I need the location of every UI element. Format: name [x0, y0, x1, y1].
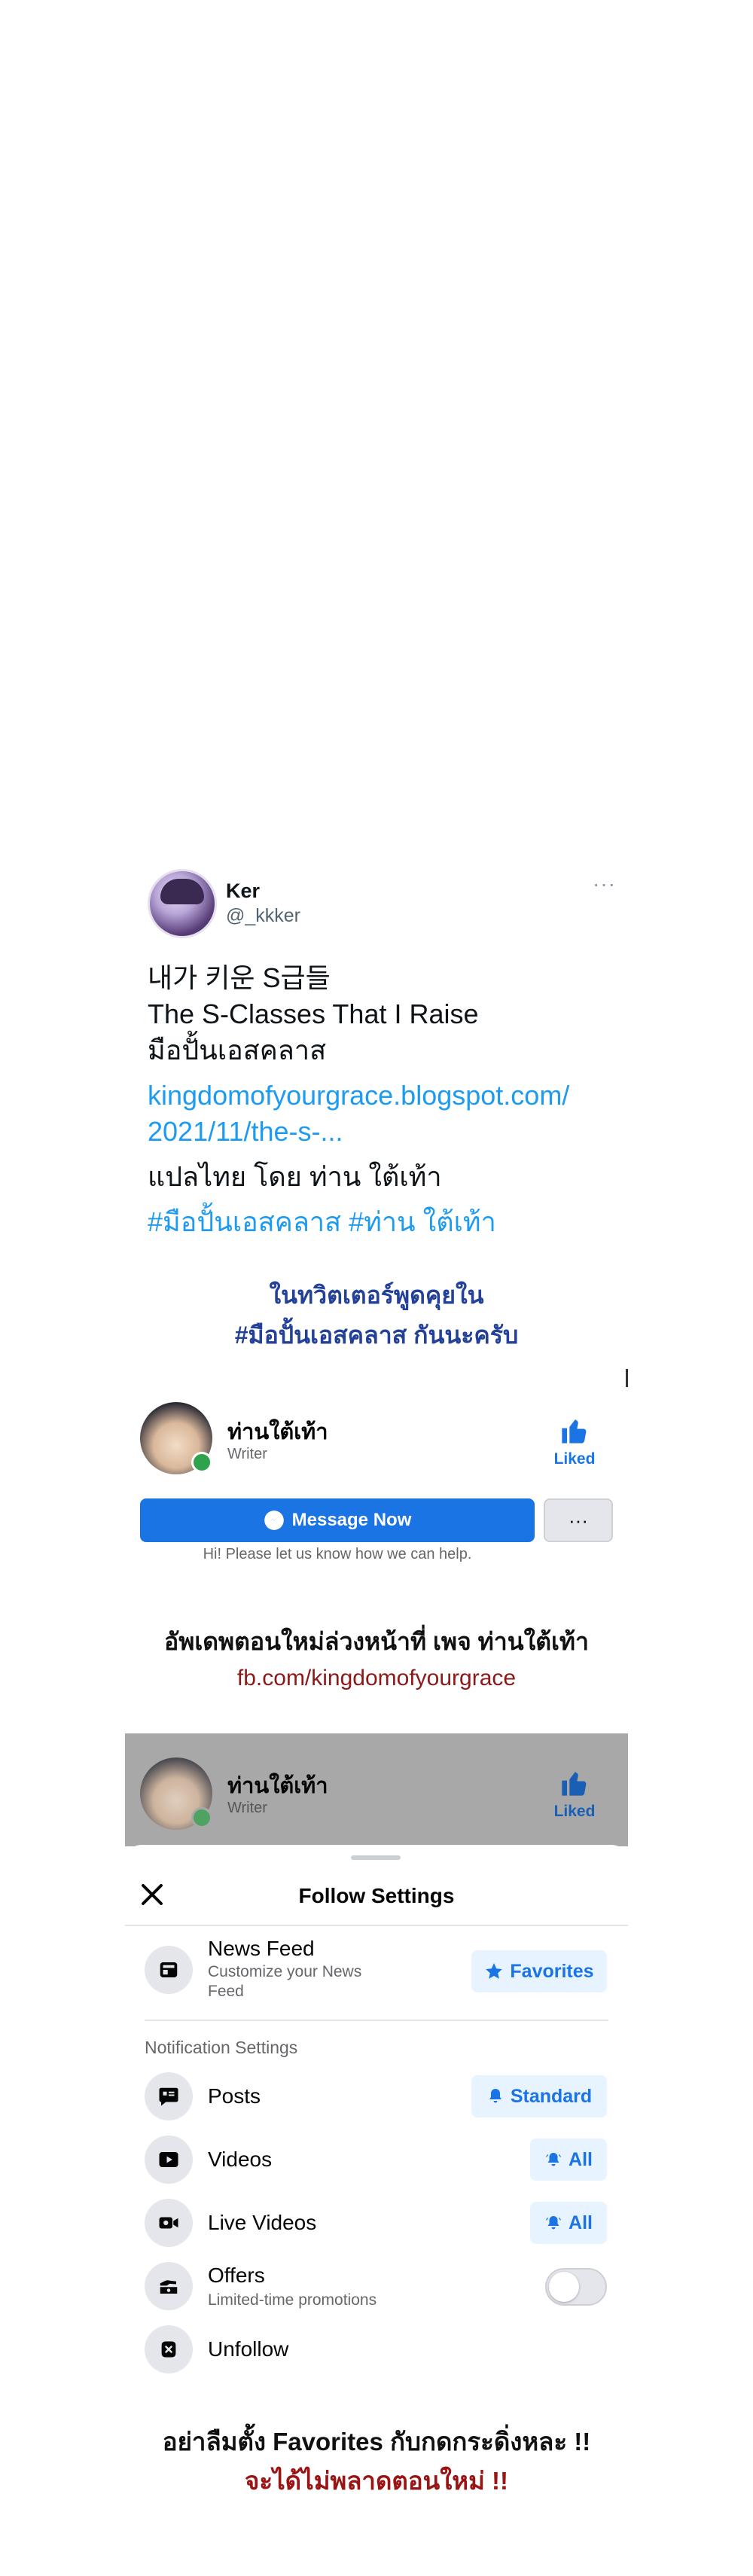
- promo-twitter-line1: ในทวิตเตอร์พูดคุยใน: [269, 1282, 484, 1309]
- page-avatar[interactable]: [140, 1402, 212, 1474]
- thumbs-up-icon: [562, 1772, 587, 1796]
- live-videos-all-button[interactable]: All: [530, 2202, 607, 2244]
- offers-icon: [145, 2262, 193, 2310]
- videos-title: Videos: [208, 2148, 273, 2171]
- favorites-label: Favorites: [510, 1960, 594, 1982]
- liked-label: Liked: [553, 1803, 596, 1820]
- tweet-author-name[interactable]: Ker: [226, 879, 260, 903]
- news-feed-subtitle: Feed: [208, 1983, 244, 2000]
- page-name: ท่านใต้เท้า: [227, 1774, 328, 1798]
- news-feed-subtitle: Customize your News: [208, 1963, 362, 1980]
- offers-subtitle: Limited-time promotions: [208, 2291, 377, 2309]
- promo-fb-line1: อัพเดพตอนใหม่ล่วงหน้าที่ เพจ ท่านใต้เท้า: [164, 1628, 589, 1655]
- all-label: All: [569, 2212, 593, 2233]
- posts-standard-button[interactable]: Standard: [471, 2075, 607, 2117]
- messenger-icon: [264, 1511, 284, 1530]
- follow-settings-sheet: Follow Settings News Feed Customize your…: [125, 1845, 628, 2373]
- tweet-card: Ker @_kkker ··· 내가 키운 S급들 The S-Classes …: [148, 858, 630, 1348]
- offers-toggle[interactable]: [545, 2268, 607, 2306]
- tweet-hashtags[interactable]: #มือปั้นเอสคลาส #ท่าน ใต้เท้า: [148, 1205, 496, 1239]
- video-icon: [145, 2135, 193, 2184]
- thumbs-up-icon: [562, 1419, 587, 1443]
- sheet-title: Follow Settings: [298, 1884, 455, 1907]
- bell-icon: [489, 2089, 501, 2103]
- unfollow-title[interactable]: Unfollow: [208, 2337, 288, 2361]
- unfollow-icon: [145, 2325, 193, 2373]
- favorites-button[interactable]: Favorites: [471, 1950, 607, 1992]
- promo-fb-line2[interactable]: fb.com/kingdomofyourgrace: [0, 1666, 753, 1691]
- offers-title: Offers: [208, 2264, 265, 2287]
- posts-title: Posts: [208, 2084, 261, 2108]
- closing-line1: อย่าลืมตั้ง Favorites กับกดกระดิ่งหละ !!: [162, 2428, 591, 2456]
- more-options-icon[interactable]: ···: [593, 872, 616, 896]
- dimmed-page-header: ท่านใต้เท้า Writer Liked: [125, 1733, 628, 1846]
- tweet-author-handle[interactable]: @_kkker: [226, 905, 300, 927]
- posts-icon: [145, 2072, 193, 2120]
- tweet-text-line: The S-Classes That I Raise: [148, 998, 479, 1029]
- all-label: All: [569, 2148, 593, 2170]
- more-options-button[interactable]: ···: [544, 1498, 613, 1542]
- message-now-label: Message Now: [291, 1510, 412, 1530]
- tweet-credit: แปลไทย โดย ท่าน ใต้เท้า: [148, 1161, 442, 1192]
- tweet-text-line: มือปั้นเอสคลาส: [148, 1035, 327, 1065]
- live-videos-title: Live Videos: [208, 2211, 317, 2234]
- sheet-drag-handle[interactable]: [351, 1855, 401, 1860]
- videos-all-button[interactable]: All: [530, 2139, 607, 2181]
- message-now-button[interactable]: Message Now: [140, 1498, 535, 1542]
- tweet-text-line: 내가 키운 S급들: [148, 962, 331, 993]
- standard-label: Standard: [510, 2085, 593, 2107]
- text-cursor: [626, 1369, 628, 1387]
- bell-ringing-icon: [546, 2216, 562, 2230]
- liked-button[interactable]: Liked: [548, 1416, 601, 1468]
- page-avatar: [140, 1757, 212, 1830]
- live-video-icon: [145, 2199, 193, 2247]
- page-role: Writer: [227, 1446, 267, 1462]
- tweet-link-continued[interactable]: 2021/11/the-s-...: [148, 1114, 343, 1149]
- tweet-link[interactable]: kingdomofyourgrace.blogspot.com/: [148, 1078, 569, 1113]
- online-status-dot: [191, 1807, 212, 1828]
- message-hint: Hi! Please let us know how we can help.: [203, 1546, 472, 1562]
- notification-settings-label: Notification Settings: [145, 2038, 298, 2057]
- page-role: Writer: [227, 1800, 267, 1816]
- tweet-avatar[interactable]: [148, 869, 217, 938]
- divider: [125, 1925, 628, 1926]
- bell-ringing-icon: [546, 2153, 562, 2166]
- divider: [145, 2020, 608, 2021]
- star-icon: [486, 1963, 503, 1979]
- toggle-knob: [549, 2272, 579, 2302]
- news-feed-title: News Feed: [208, 1937, 315, 1960]
- liked-label: Liked: [553, 1450, 596, 1468]
- liked-button: Liked: [548, 1768, 601, 1821]
- promo-twitter-line2: #มือปั้นเอสคลาส กันนะครับ: [234, 1322, 519, 1349]
- page-name[interactable]: ท่านใต้เท้า: [227, 1414, 328, 1449]
- online-status-dot: [191, 1452, 212, 1473]
- closing-line2: จะได้ไม่พลาดตอนใหม่ !!: [245, 2467, 508, 2495]
- news-feed-icon: [145, 1946, 193, 1994]
